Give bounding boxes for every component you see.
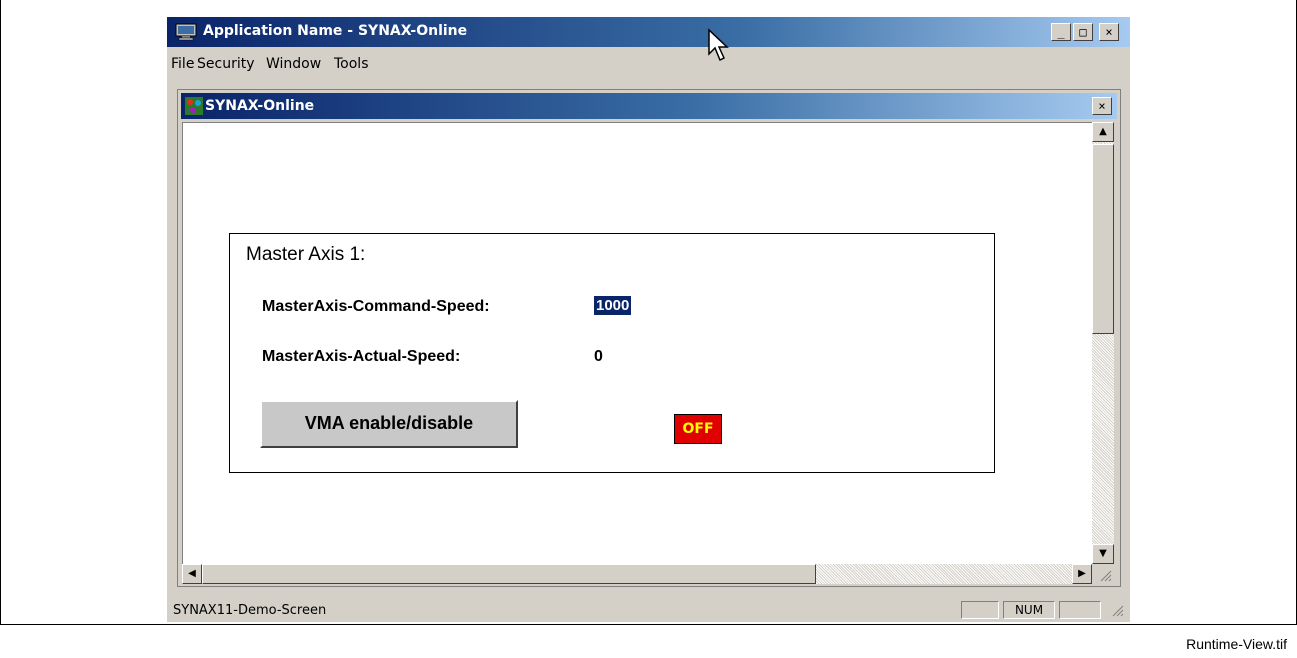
resize-grip-icon[interactable]	[1098, 568, 1112, 582]
scroll-corner	[1092, 564, 1114, 584]
child-titlebar[interactable]: SYNAX-Online ×	[181, 93, 1117, 119]
scroll-right-button[interactable]: ▶	[1072, 564, 1092, 584]
menu-file[interactable]: File	[171, 56, 194, 72]
master-axis-group: Master Axis 1: MasterAxis-Command-Speed:…	[229, 233, 995, 473]
client-area: Master Axis 1: MasterAxis-Command-Speed:…	[182, 122, 1093, 565]
status-indicator: OFF	[674, 414, 722, 444]
menu-security[interactable]: Security	[197, 56, 255, 72]
figure-frame: Application Name - SYNAX-Online _ □ × Fi…	[0, 0, 1297, 625]
horizontal-scrollbar[interactable]: ◀ ▶	[182, 564, 1092, 584]
child-window: SYNAX-Online × Master Axis 1: MasterAxis…	[177, 89, 1121, 587]
command-speed-input[interactable]: 1000	[594, 296, 632, 315]
command-speed-label: MasterAxis-Command-Speed:	[262, 298, 490, 315]
vertical-scroll-thumb[interactable]	[1092, 144, 1114, 334]
maximize-button[interactable]: □	[1073, 23, 1093, 41]
resize-grip-icon[interactable]	[1110, 603, 1124, 617]
horizontal-scroll-thumb[interactable]	[202, 564, 816, 584]
synax-app-icon	[185, 97, 203, 115]
status-panel-extra	[1059, 601, 1101, 619]
status-panel-num: NUM	[1003, 601, 1055, 619]
child-close-button[interactable]: ×	[1092, 97, 1112, 115]
actual-speed-label: MasterAxis-Actual-Speed:	[262, 348, 461, 365]
status-text: SYNAX11-Demo-Screen	[173, 603, 327, 618]
actual-speed-value: 0	[594, 348, 603, 365]
status-panel-empty	[961, 601, 999, 619]
child-title: SYNAX-Online	[205, 98, 315, 114]
app-titlebar[interactable]: Application Name - SYNAX-Online _ □ ×	[167, 17, 1130, 47]
menu-window[interactable]: Window	[266, 56, 321, 72]
scroll-up-button[interactable]: ▲	[1092, 122, 1114, 142]
app-window: Application Name - SYNAX-Online _ □ × Fi…	[167, 17, 1130, 622]
vertical-scrollbar[interactable]: ▲ ▼	[1092, 122, 1114, 564]
vma-enable-disable-button[interactable]: VMA enable/disable	[260, 400, 518, 448]
monitor-icon	[175, 23, 197, 41]
app-title: Application Name - SYNAX-Online	[203, 23, 468, 39]
menu-tools[interactable]: Tools	[334, 56, 369, 72]
scroll-down-button[interactable]: ▼	[1092, 544, 1114, 564]
status-bar: SYNAX11-Demo-Screen NUM	[167, 599, 1130, 621]
minimize-button[interactable]: _	[1051, 23, 1071, 41]
mouse-cursor-icon	[708, 28, 729, 62]
close-button[interactable]: ×	[1099, 23, 1119, 41]
figure-caption: Runtime-View.tif	[1186, 636, 1287, 652]
group-title: Master Axis 1:	[246, 244, 366, 265]
scroll-left-button[interactable]: ◀	[182, 564, 202, 584]
menu-bar: File Security Window Tools	[167, 53, 1130, 75]
